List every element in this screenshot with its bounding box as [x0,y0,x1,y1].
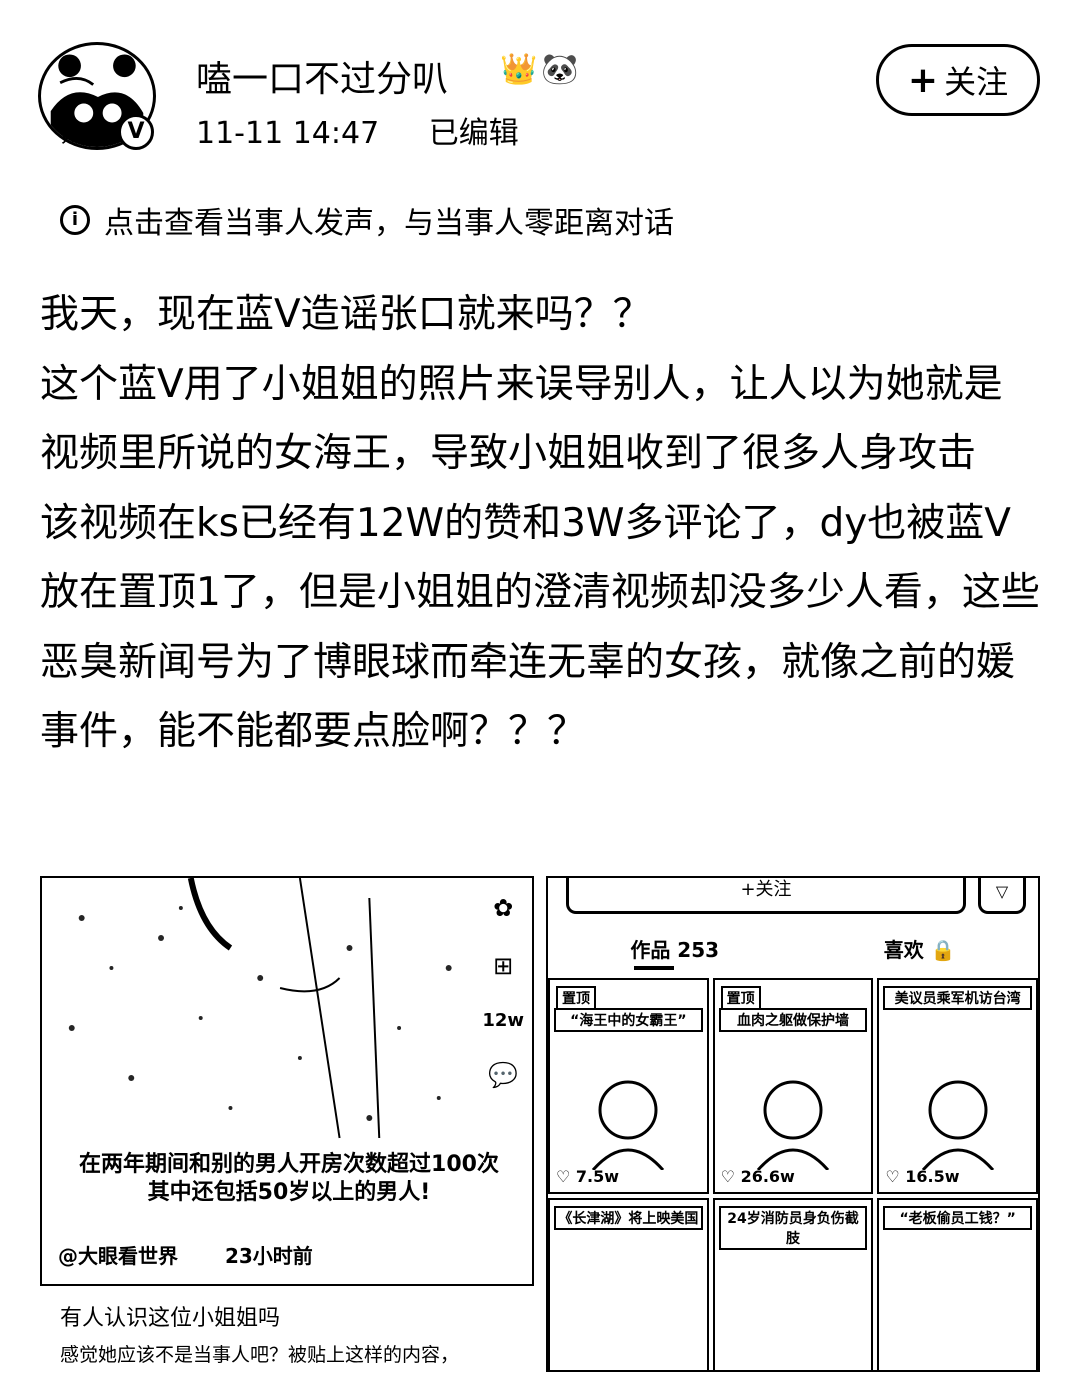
thumb-image [592,1080,665,1170]
thumb-likes: ♡ 26.6w [720,1167,795,1186]
thumb-title: 美议员乘军机访台湾 [883,986,1032,1010]
video-caption-line: 其中还包括50岁以上的男人! [147,1180,431,1205]
video-thumb: “老板偷员工钱？” [877,1198,1038,1370]
profile-tabs: 作品 253 喜欢 🔒 [548,934,1038,963]
like-count: 12w [482,1010,524,1031]
thumb-title: “老板偷员工钱？” [883,1206,1032,1230]
video-grid: 置顶 “海王中的女霸王” ♡ 7.5w 置顶 血肉之躯做保护墙 ♡ 26.6w … [548,978,1038,1370]
video-thumb: 置顶 “海王中的女霸王” ♡ 7.5w [548,978,709,1194]
username[interactable]: 嗑一口不过分叭 [196,50,448,102]
thumb-likes: ♡ 7.5w [556,1167,620,1186]
video-thumb: 《长津湖》将上映美国 [548,1198,709,1370]
comment-icon[interactable]: 💬 [488,1061,518,1089]
post-body: 我天，现在蓝V造谣张口就来吗？？ 这个蓝V用了小姐姐的照片来误导别人，让人以为她… [40,280,1040,767]
account-handle[interactable]: @大眼看世界 [58,1244,178,1268]
tab-likes: 喜欢 🔒 [883,938,956,962]
video-thumb: 24岁消防员身负伤截肢 [712,1198,874,1370]
post-time: 11-11 14:47 [196,116,380,151]
posted-time: 23小时前 [224,1244,313,1268]
post-paragraph: 该视频在ks已经有12W的赞和3W多评论了，dy也被蓝V放在置顶1了，但是小姐姐… [40,500,1040,755]
thumb-image [756,1080,830,1170]
pinned-badge: 置顶 [556,986,596,1010]
post-image-profile-screenshot[interactable]: +关注 ▽ 作品 253 喜欢 🔒 置顶 “海王中的女霸王” ♡ 7.5w 置顶… [546,876,1040,1372]
edited-label: 已编辑 [428,116,519,151]
image-title: 有人认识这位小姐姐吗 [60,1306,281,1331]
follow-label: 关注 [944,63,1009,101]
post-paragraph: 这个蓝V用了小姐姐的照片来误导别人，让人以为她就是视频里所说的女海王，导致小姐姐… [40,361,1003,477]
voice-notice-link[interactable]: i 点击查看当事人发声，与当事人零距离对话 [60,198,674,242]
avatar-tag: 好果翁 [62,128,108,146]
thumb-title: 24岁消防员身负伤截肢 [718,1206,868,1250]
post-paragraph: 我天，现在蓝V造谣张口就来吗？？ [40,292,652,337]
image-subtitle: 感觉她应该不是当事人吧？被贴上这样的内容， [60,1344,460,1366]
chevron-down-icon: ▽ [978,878,1026,914]
thumb-title: “海王中的女霸王” [554,1008,703,1032]
scene-image [42,878,532,1148]
thumb-image [921,1080,994,1170]
thumb-title: 《长津湖》将上映美国 [554,1206,703,1230]
post-meta: 11-11 14:47 已编辑 [196,108,559,152]
tab-underline [634,966,674,970]
pinned-badge: 置顶 [720,986,761,1010]
info-icon: i [60,205,90,235]
video-thumb: 置顶 血肉之躯做保护墙 ♡ 26.6w [712,978,874,1194]
plus-icon: + [907,59,939,101]
thumb-likes: ♡ 16.5w [885,1167,960,1186]
user-badges-icon: 👑🐼 [500,52,583,87]
video-thumb: 美议员乘军机访台湾 ♡ 16.5w [877,978,1038,1194]
sound-icon[interactable]: ✿ [493,894,513,922]
thumb-title: 血肉之躯做保护墙 [718,1008,868,1032]
video-bottom-bar: @大眼看世界 23小时前 [58,1240,353,1269]
post-image-video-screenshot[interactable]: ✿ ⊞ 12w 💬 在两年期间和别的男人开房次数超过100次 其中还包括50岁以… [40,876,534,1286]
grid-icon[interactable]: ⊞ [493,952,513,980]
verified-icon: V [118,114,154,150]
notice-text: 点击查看当事人发声，与当事人零距离对话 [104,206,674,241]
video-side-icons: ✿ ⊞ 12w 💬 [482,894,524,1089]
follow-button[interactable]: + 关注 [876,44,1040,116]
profile-follow-button: +关注 [566,878,966,914]
tab-works: 作品 253 [630,938,720,962]
